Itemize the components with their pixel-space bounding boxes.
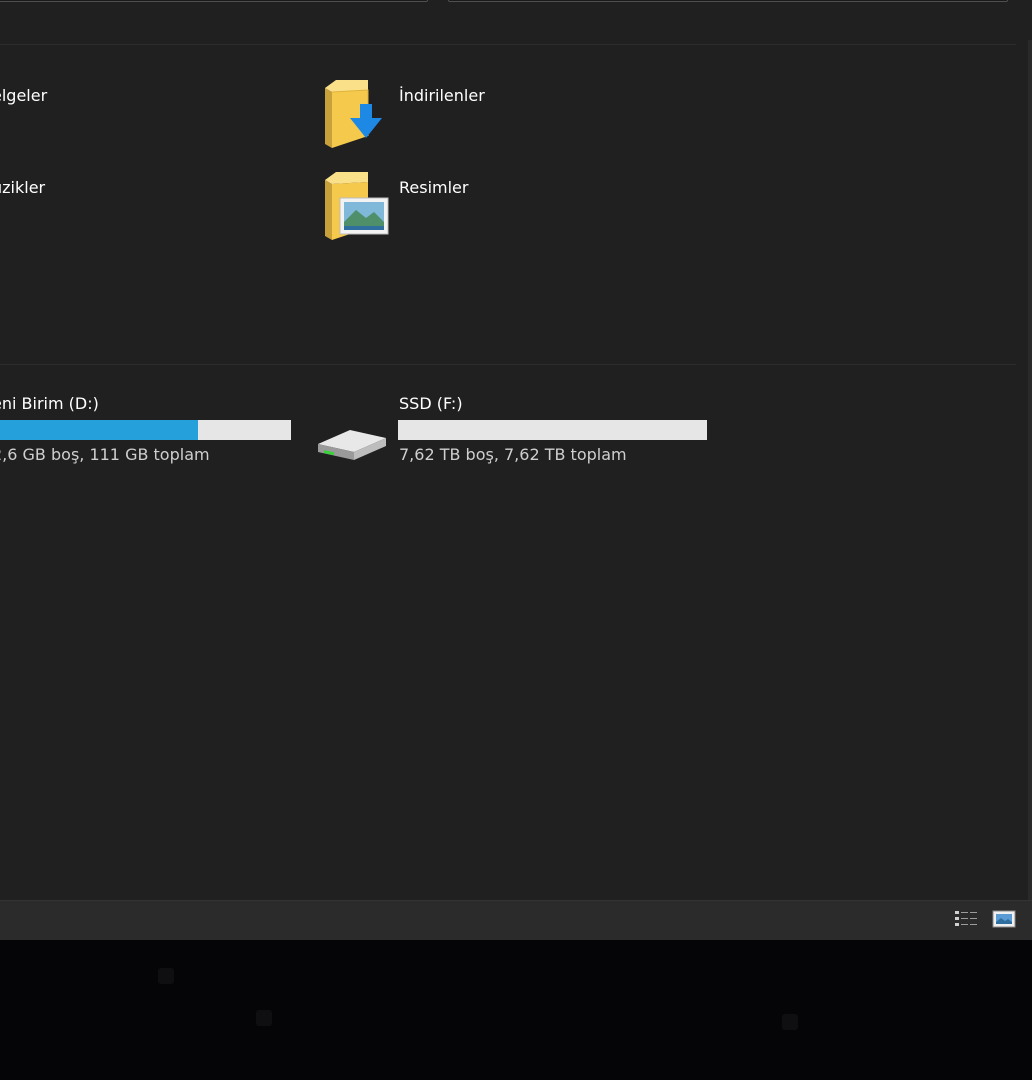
details-view-button[interactable]: [954, 909, 978, 931]
folder-label: elgeler: [0, 86, 48, 105]
folder-tile-downloads[interactable]: İndirilenler: [322, 78, 582, 150]
drive-usage-bar: [398, 420, 707, 440]
header-divider: [0, 44, 1016, 45]
folder-tile-music[interactable]: üzikler: [0, 178, 252, 238]
drive-detail: 2,6 GB boş, 111 GB toplam: [0, 445, 210, 464]
scrollbar-track[interactable]: [1028, 40, 1032, 900]
drive-usage-fill: [0, 420, 199, 440]
drive-detail: 7,62 TB boş, 7,62 TB toplam: [399, 445, 627, 464]
details-view-icon: [955, 911, 977, 926]
drive-usage-bar: [0, 420, 291, 440]
file-explorer-window: elgeler İndirilenler üzikler Resimler: [0, 0, 1032, 940]
drive-label: SSD (F:): [399, 394, 463, 413]
address-bar[interactable]: [0, 0, 428, 2]
folder-tile-documents[interactable]: elgeler: [0, 86, 252, 146]
taskbar-item[interactable]: [256, 1010, 272, 1026]
taskbar-item[interactable]: [782, 1014, 798, 1030]
large-icons-view-button[interactable]: [992, 909, 1016, 931]
drive-tile-d[interactable]: eni Birim (D:) 2,6 GB boş, 111 GB toplam: [0, 394, 292, 470]
pictures-folder-icon: [325, 172, 389, 240]
drive-tile-f[interactable]: SSD (F:) 7,62 TB boş, 7,62 TB toplam: [314, 394, 714, 470]
large-icons-view-icon: [992, 910, 1016, 928]
folder-tile-pictures[interactable]: Resimler: [322, 170, 582, 242]
section-divider: [0, 364, 1016, 365]
hard-drive-icon: [318, 430, 386, 460]
folder-label: Resimler: [399, 178, 469, 197]
downloads-folder-icon: [325, 80, 382, 148]
folder-label: İndirilenler: [399, 86, 485, 105]
search-input[interactable]: [448, 0, 1008, 2]
status-bar: [0, 900, 1032, 940]
taskbar-item[interactable]: [158, 968, 174, 984]
drive-label: eni Birim (D:): [0, 394, 99, 413]
folder-label: üzikler: [0, 178, 46, 197]
